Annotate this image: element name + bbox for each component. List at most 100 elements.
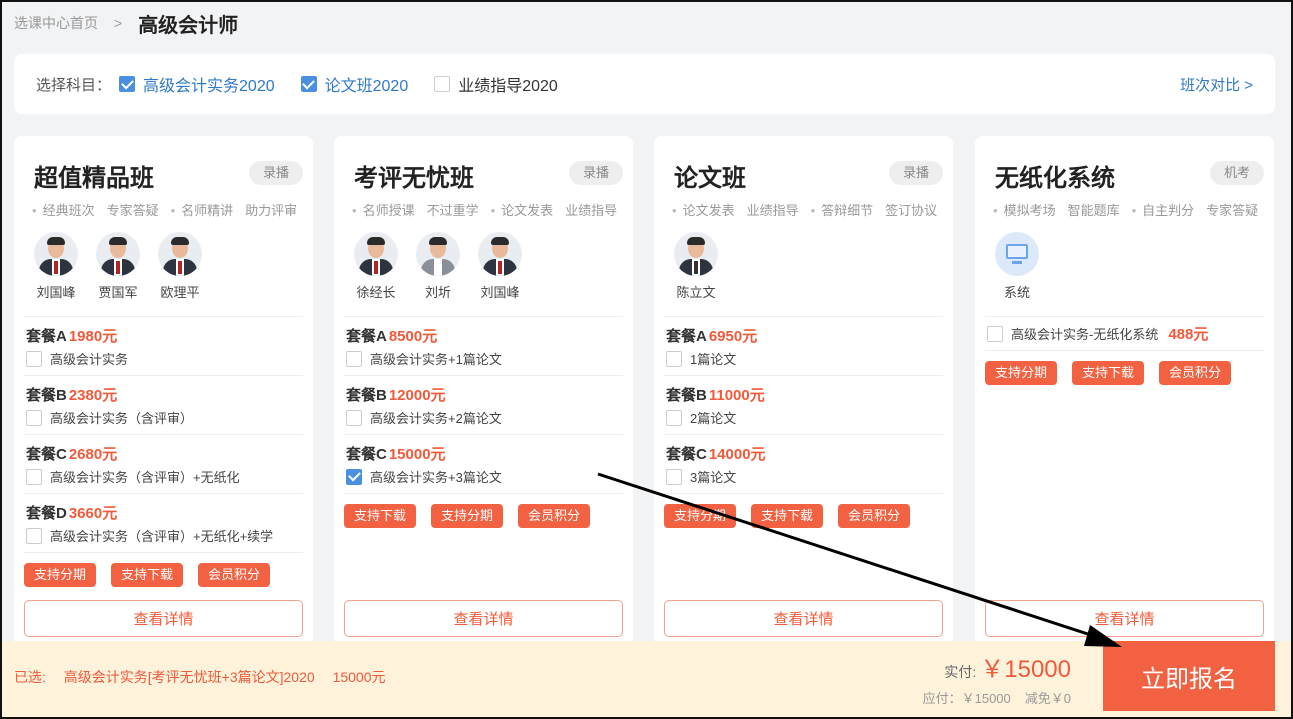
teacher[interactable]: 欧理平	[158, 232, 202, 301]
compare-classes-link[interactable]: 班次对比 >	[1180, 74, 1253, 95]
subject-option-thesis[interactable]: 论文班2020	[300, 72, 409, 96]
teacher[interactable]: 陈立文	[674, 232, 718, 301]
checkbox[interactable]	[666, 350, 682, 367]
package-checkbox-row[interactable]: 高级会计实务	[26, 349, 301, 368]
package-option: 套餐B 2380元 高级会计实务（含评审）	[24, 376, 303, 435]
package-title: 套餐B 12000元	[346, 384, 621, 404]
package-name: 套餐B	[346, 387, 387, 404]
selection-summary: 已选: 高级会计实务[考评无忧班+3篇论文]2020 15000元	[14, 667, 386, 687]
package-title: 套餐B 11000元	[666, 384, 941, 404]
teacher[interactable]: 刘国峰	[34, 232, 78, 301]
feature: 自主判分	[1132, 200, 1194, 219]
subject-option-performance[interactable]: 业绩指导2020	[434, 72, 558, 96]
package-checkbox-row[interactable]: 高级会计实务（含评审）	[26, 408, 301, 427]
teacher-list: 徐经长 刘圻 刘国峰	[354, 232, 540, 301]
feature: 业绩指导	[746, 203, 799, 218]
checkbox[interactable]	[26, 409, 42, 426]
package-option: 套餐A 1980元 高级会计实务	[24, 317, 303, 376]
checkbox[interactable]	[26, 527, 42, 544]
subject-label: 选择科目：	[36, 76, 112, 94]
package-checkbox-row[interactable]: 高级会计实务+3篇论文	[346, 467, 621, 486]
tag-points: 会员积分	[838, 504, 911, 528]
package-name: 套餐B	[666, 387, 707, 404]
view-details-button[interactable]: 查看详情	[344, 600, 623, 637]
feature: 论文发表	[672, 200, 735, 219]
package-title: 套餐A 6950元	[666, 325, 941, 345]
system-list: 系统	[995, 232, 1057, 301]
checkbox[interactable]	[346, 350, 362, 367]
package-checkbox-row[interactable]: 3篇论文	[666, 467, 941, 486]
tag-points: 会员积分	[198, 563, 271, 587]
feature: 签订协议	[885, 203, 938, 218]
tag-installment: 支持分期	[431, 504, 504, 528]
teacher-name: 刘圻	[424, 285, 451, 300]
package-price: 11000元	[708, 387, 765, 404]
view-details-button[interactable]: 查看详情	[985, 600, 1264, 637]
package-option-label: 高级会计实务+1篇论文	[370, 352, 502, 367]
teacher[interactable]: 刘国峰	[478, 232, 522, 301]
package-price: 12000元	[388, 387, 446, 404]
checkbox[interactable]	[300, 76, 317, 92]
package-option-label: 高级会计实务（含评审）+无纸化+续学	[50, 529, 274, 544]
enroll-now-button[interactable]: 立即报名	[1103, 641, 1275, 711]
checkbox[interactable]	[434, 76, 451, 92]
package-checkbox-row[interactable]: 高级会计实务+2篇论文	[346, 408, 621, 427]
package-checkbox-row[interactable]: 高级会计实务（含评审）+无纸化	[26, 467, 301, 486]
breadcrumb: 选课中心首页 > 高级会计师	[14, 10, 238, 37]
checkbox[interactable]	[666, 409, 682, 426]
system-item[interactable]: 系统	[995, 232, 1039, 301]
package-checkbox-row[interactable]: 高级会计实务（含评审）+无纸化+续学	[26, 526, 301, 545]
teacher-name: 刘国峰	[480, 285, 520, 300]
package-list: 套餐A 6950元 1篇论文 套餐B 11000元 2篇论文 套餐C 14000元 3…	[664, 316, 943, 528]
course-type-badge: 录播	[568, 161, 623, 185]
package-price: 3660元	[68, 505, 118, 522]
package-option: 套餐C 14000元 3篇论文	[664, 435, 943, 494]
package-list: 套餐A 1980元 高级会计实务 套餐B 2380元 高级会计实务（含评审） 套餐C…	[24, 316, 303, 587]
checkbox[interactable]	[346, 409, 362, 426]
teacher[interactable]: 贾国军	[96, 232, 140, 301]
package-name: 套餐A	[346, 328, 387, 345]
package-title: 套餐D 3660元	[26, 502, 301, 522]
package-price: 15000元	[388, 446, 446, 463]
package-checkbox-row[interactable]: 高级会计实务+1篇论文	[346, 349, 621, 368]
subject-option-senior-accounting[interactable]: 高级会计实务2020	[119, 72, 275, 96]
selected-label: 已选:	[14, 669, 46, 685]
tag-installment: 支持分期	[664, 504, 737, 528]
feature-list: 名师授课 不过重学 论文发表 业绩指导	[352, 200, 629, 219]
package-title: 套餐C 15000元	[346, 443, 621, 463]
tag-list: 支持分期 支持下载 会员积分	[664, 494, 943, 528]
package-price: 2380元	[68, 387, 118, 404]
tag-points: 会员积分	[518, 504, 591, 528]
package-title: 套餐B 2380元	[26, 384, 301, 404]
tag-list: 支持分期 支持下载 会员积分	[24, 553, 303, 587]
teacher-name: 贾国军	[98, 285, 138, 300]
package-checkbox-row[interactable]: 2篇论文	[666, 408, 941, 427]
package-title: 套餐C 14000元	[666, 443, 941, 463]
course-card-premium: 超值精品班 录播 经典班次 专家答疑 名师精讲 助力评审 刘国峰 贾国军 欧理平…	[14, 136, 313, 646]
subject-option-label: 高级会计实务2020	[143, 78, 275, 95]
checkbox[interactable]	[26, 468, 42, 485]
feature: 论文发表	[491, 200, 553, 219]
view-details-button[interactable]: 查看详情	[24, 600, 303, 637]
package-option-label: 2篇论文	[690, 411, 737, 426]
package-price: 1980元	[68, 328, 118, 345]
checkbox[interactable]	[346, 468, 362, 485]
teacher[interactable]: 刘圻	[416, 232, 460, 301]
package-name: 套餐C	[26, 446, 67, 463]
teacher[interactable]: 徐经长	[354, 232, 398, 301]
view-details-button[interactable]: 查看详情	[664, 600, 943, 637]
subject-option-label: 论文班2020	[324, 78, 409, 95]
feature: 答辩细节	[811, 200, 873, 219]
teacher-list: 刘国峰 贾国军 欧理平	[34, 232, 220, 301]
package-option: 套餐C 2680元 高级会计实务（含评审）+无纸化	[24, 435, 303, 494]
teacher-name: 陈立文	[676, 285, 716, 300]
system-checkbox-row[interactable]: 高级会计实务-无纸化系统 488元	[985, 317, 1264, 351]
tag-download: 支持下载	[111, 563, 184, 587]
checkbox[interactable]	[119, 76, 136, 92]
checkbox[interactable]	[666, 468, 682, 485]
package-checkbox-row[interactable]: 1篇论文	[666, 349, 941, 368]
course-type-badge: 机考	[1209, 161, 1264, 185]
checkbox[interactable]	[987, 325, 1003, 342]
breadcrumb-home-link[interactable]: 选课中心首页	[14, 13, 98, 33]
checkbox[interactable]	[26, 350, 42, 367]
